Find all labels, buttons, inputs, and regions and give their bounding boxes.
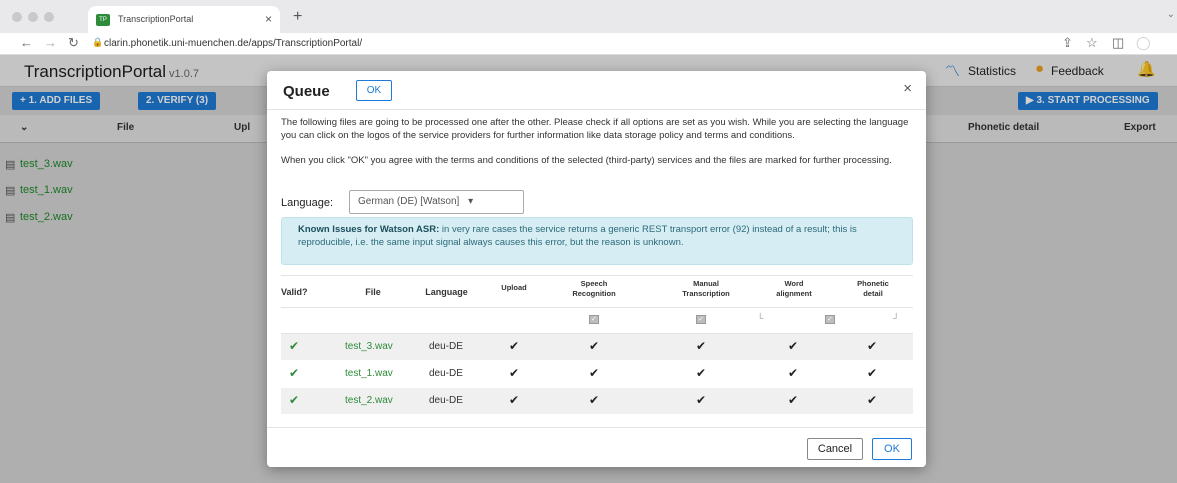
language-label: Language: [281,197,333,209]
word-alignment-slider-start[interactable]: └ [757,313,763,323]
extension-icon[interactable]: ◯ [1136,35,1151,51]
word-check-icon: ✔ [788,339,799,353]
divider [267,109,926,110]
th-upload: Upload [501,283,527,292]
close-window-icon[interactable] [12,12,22,22]
back-icon[interactable]: ← [20,35,33,50]
row-file: test_1.wav [345,368,393,379]
manual-check-icon: ✔ [696,339,707,353]
th-speech: Speech Recognition [572,279,616,298]
phonetic-check-icon: ✔ [867,339,878,353]
manual-transcription-checkbox[interactable]: ✓ [696,315,706,324]
modal-title: Queue [283,83,330,100]
th-valid: Valid? [281,287,308,297]
speech-check-icon: ✔ [589,393,600,407]
sidebar-icon[interactable]: ◫ [1112,35,1124,51]
valid-check-icon: ✔ [289,339,300,353]
minimize-window-icon[interactable] [28,12,38,22]
divider [267,427,926,428]
phonetic-check-icon: ✔ [867,366,878,380]
ok-top-button[interactable]: OK [356,80,392,101]
table-row[interactable]: ✔ test_3.wav deu-DE ✔ ✔ ✔ ✔ ✔ [281,334,913,360]
browser-tabbar: TP TranscriptionPortal × + ⌄ [0,0,1177,33]
tab-list-chevron-icon[interactable]: ⌄ [1167,9,1175,20]
th-manual: Manual Transcription [682,279,730,298]
row-file: test_2.wav [345,395,393,406]
th-language: Language [425,287,468,297]
share-icon[interactable]: ⇪ [1062,35,1073,51]
speech-recognition-checkbox[interactable]: ✓ [589,315,599,324]
cancel-button[interactable]: Cancel [807,438,863,460]
new-tab-icon[interactable]: + [293,8,302,26]
tab-close-icon[interactable]: × [265,12,272,26]
url-field[interactable]: clarin.phonetik.uni-muenchen.de/apps/Tra… [104,38,362,49]
row-language: deu-DE [429,395,463,406]
row-language: deu-DE [429,368,463,379]
language-select[interactable]: German (DE) [Watson] ▾ [349,190,524,214]
divider [281,275,913,276]
intro-text: The following files are going to be proc… [281,117,909,141]
row-file: test_3.wav [345,341,393,352]
upload-check-icon: ✔ [509,339,520,353]
forward-icon[interactable]: → [44,35,57,50]
favicon-icon: TP [96,14,110,26]
word-check-icon: ✔ [788,366,799,380]
manual-check-icon: ✔ [696,393,707,407]
valid-check-icon: ✔ [289,366,300,380]
divider [281,307,913,308]
th-phonetic: Phonetic detail [857,279,889,298]
upload-check-icon: ✔ [509,366,520,380]
bookmark-icon[interactable]: ☆ [1086,35,1098,51]
upload-check-icon: ✔ [509,393,520,407]
agree-text: When you click "OK" you agree with the t… [281,155,892,166]
valid-check-icon: ✔ [289,393,300,407]
phonetic-detail-slider-end[interactable]: ┘ [893,313,899,323]
tab-title: TranscriptionPortal [118,14,194,24]
chevron-down-icon: ▾ [468,196,474,207]
lock-icon: 🔒 [92,37,104,47]
table-row[interactable]: ✔ test_1.wav deu-DE ✔ ✔ ✔ ✔ ✔ [281,361,913,387]
ok-button[interactable]: OK [872,438,912,460]
address-bar: ← → ↻ 🔒 clarin.phonetik.uni-muenchen.de/… [0,33,1177,55]
th-file: File [365,287,381,297]
th-word: Word alignment [776,279,812,298]
speech-check-icon: ✔ [589,339,600,353]
reload-icon[interactable]: ↻ [68,35,79,51]
table-row[interactable]: ✔ test_2.wav deu-DE ✔ ✔ ✔ ✔ ✔ [281,388,913,414]
word-alignment-checkbox[interactable]: ✓ [825,315,835,324]
manual-check-icon: ✔ [696,366,707,380]
known-issues-alert: Known Issues for Watson ASR: in very rar… [281,217,913,265]
phonetic-check-icon: ✔ [867,393,878,407]
close-icon[interactable]: × [903,80,912,97]
queue-modal: Queue OK × The following files are going… [267,71,926,467]
alert-heading: Known Issues for Watson ASR: [298,224,440,235]
maximize-window-icon[interactable] [44,12,54,22]
row-language: deu-DE [429,341,463,352]
browser-tab[interactable]: TP TranscriptionPortal × [88,6,280,33]
word-check-icon: ✔ [788,393,799,407]
speech-check-icon: ✔ [589,366,600,380]
